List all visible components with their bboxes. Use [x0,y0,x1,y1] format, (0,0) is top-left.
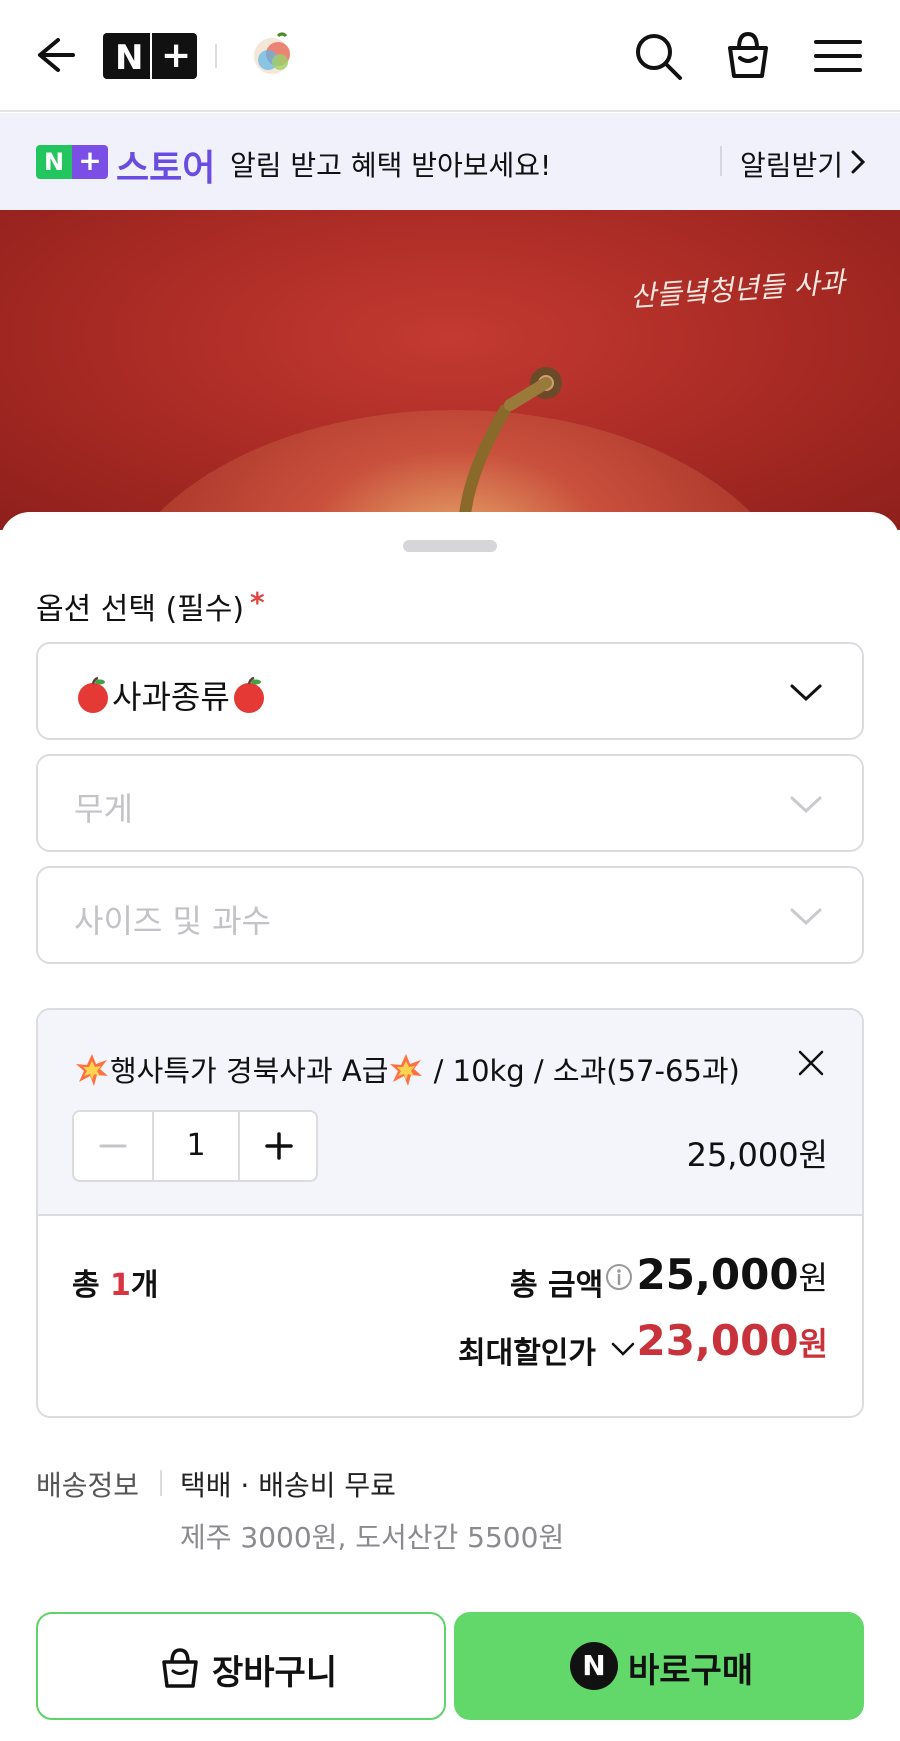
remove-item-close-icon[interactable] [796,1048,826,1078]
add-to-cart-button[interactable]: 장바구니 [36,1612,446,1720]
chevron-down-icon [790,796,822,814]
buy-now-button[interactable]: N 바로구매 [454,1612,864,1720]
menu-icon[interactable] [810,28,866,84]
max-discount-price: 23,000원 [636,1316,828,1365]
naver-pay-icon: N [570,1642,618,1690]
apple-emoji-icon [78,676,108,713]
naver-plus-logo[interactable]: N + [103,33,197,79]
sheet-drag-handle[interactable] [403,540,497,552]
shopping-bag-icon[interactable] [720,28,776,84]
nplus-badge: N + [36,145,108,179]
chevron-down-icon[interactable] [610,1340,636,1358]
total-amount-label: 총 금액 [510,1268,604,1303]
quantity-stepper: 1 [72,1110,318,1182]
total-amount: 25,000원 [636,1250,828,1299]
increase-quantity-button[interactable] [238,1112,318,1180]
shipping-info-label: 배송정보 [36,1469,140,1502]
info-icon[interactable] [604,1262,634,1292]
search-icon[interactable] [630,28,686,84]
apple-emoji-icon [233,676,264,713]
chevron-down-icon [790,908,822,926]
option-bottom-sheet: 옵션 선택 (필수) * 사과종류 무게 사이즈 및 과수 행사특가 경북사과 … [0,512,900,1741]
shipping-extra-fee: 제주 3000원, 도서산간 5500원 [180,1521,565,1554]
apple-image [143,367,767,530]
banner-message: 알림 받고 혜택 받아보세요! [230,149,552,182]
selected-item-row: 행사특가 경북사과 A급 / 10kg / 소과(57-65과) 1 25,00… [38,1010,862,1216]
selected-item-name: 행사특가 경북사과 A급 / 10kg / 소과(57-65과) [74,1048,740,1090]
banner-store-name: 스토어 [116,148,216,189]
select-size-count[interactable]: 사이즈 및 과수 [36,866,864,964]
plus-icon [265,1132,293,1160]
select-apple-type[interactable]: 사과종류 [36,642,864,740]
total-count: 총 1개 [72,1268,159,1303]
product-hero-image: 산들녘청년들 사과 [0,210,900,530]
chevron-down-icon [790,684,822,702]
shipping-info-value: 택배 · 배송비 무료 [180,1469,396,1502]
selected-item-box: 행사특가 경북사과 A급 / 10kg / 소과(57-65과) 1 25,00… [36,1008,864,1418]
quantity-value[interactable]: 1 [156,1112,236,1180]
buy-now-label: 바로구매 [628,1651,754,1691]
store-logo[interactable] [234,30,304,82]
item-price: 25,000원 [686,1136,828,1174]
shopping-bag-icon [162,1648,198,1688]
shipping-divider [160,1470,162,1496]
select-size-placeholder: 사이즈 및 과수 [74,902,271,940]
required-mark: * [250,586,265,619]
notification-banner: N + 스토어 알림 받고 혜택 받아보세요! 알림받기 [0,113,900,210]
chevron-right-icon[interactable] [848,149,868,175]
back-arrow-icon[interactable] [28,30,78,80]
minus-icon [99,1144,127,1148]
collision-emoji-icon [390,1054,423,1086]
decrease-quantity-button[interactable] [74,1112,154,1180]
subscribe-alert-link[interactable]: 알림받기 [740,144,843,184]
header-divider [215,44,217,68]
select-apple-type-value: 사과종류 [112,678,230,716]
select-weight[interactable]: 무게 [36,754,864,852]
banner-divider [720,146,722,176]
collision-emoji-icon [76,1054,108,1086]
max-discount-label[interactable]: 최대할인가 [458,1328,596,1372]
option-title: 옵션 선택 (필수) [36,592,245,627]
select-weight-placeholder: 무게 [74,790,133,828]
add-to-cart-label: 장바구니 [212,1653,338,1693]
top-header: N + [0,0,900,112]
